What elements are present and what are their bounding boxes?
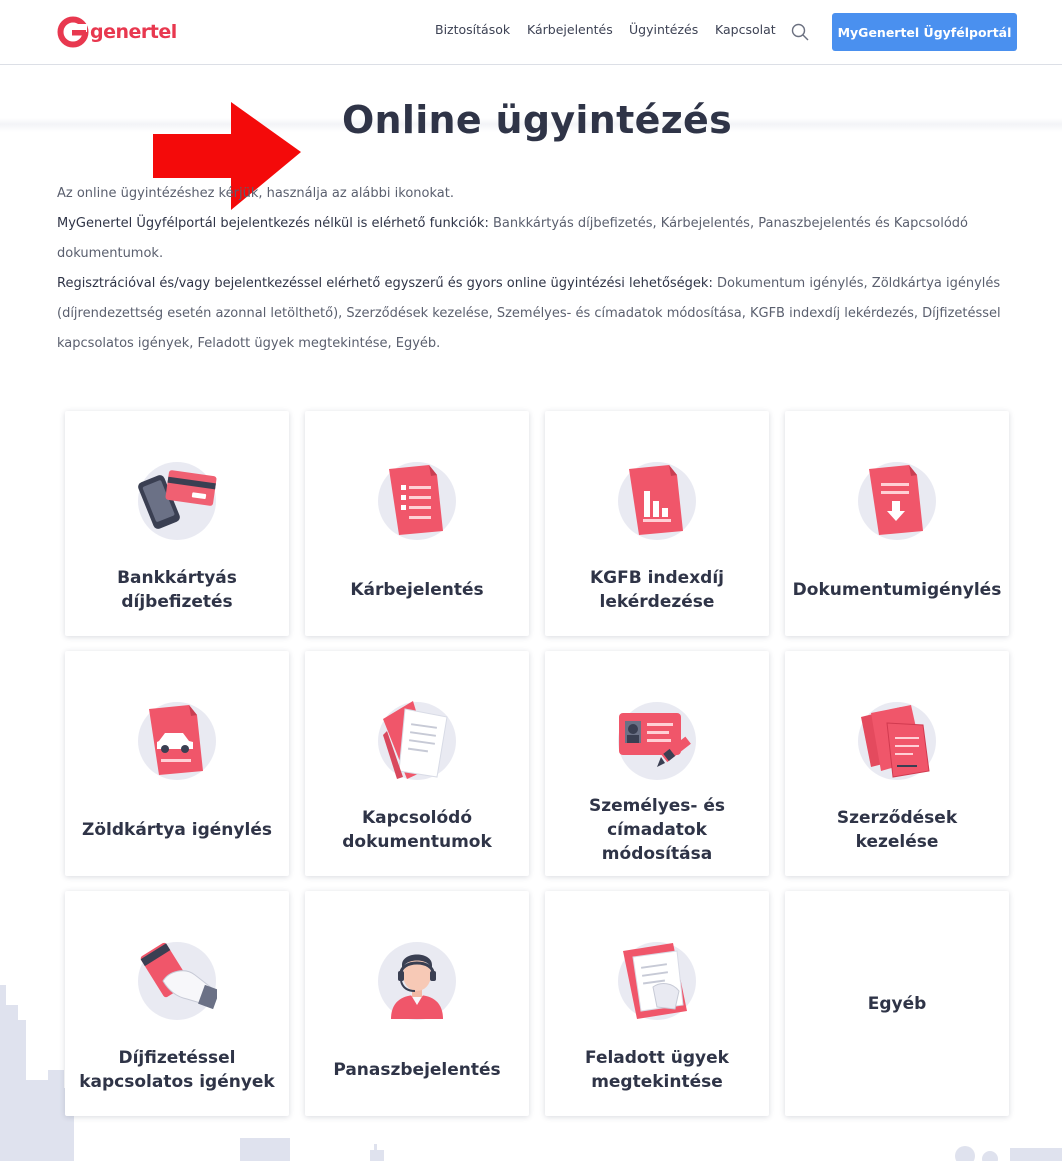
card-dijfizetessel-kapcsolatos-igenyek[interactable]: Díjfizetéssel kapcsolatos igények <box>65 891 289 1116</box>
card-kapcsolodo-dokumentumok[interactable]: Kapcsolódó dokumentumok <box>305 651 529 876</box>
submitted-documents-icon <box>618 942 696 1020</box>
intro-p3-bold: Regisztrációval és/vagy bejelentkezéssel… <box>57 276 713 291</box>
document-list-icon <box>378 462 456 540</box>
card-label: Kárbejelentés <box>350 579 484 600</box>
document-chart-icon <box>618 462 696 540</box>
nav-item-biztositasok[interactable]: Biztosítások <box>435 22 510 37</box>
card-kgfb-indexdij[interactable]: KGFB indexdíj lekérdezése <box>545 411 769 636</box>
card-label: Dokumentumigénylés <box>792 579 1002 600</box>
logo-g-icon <box>57 16 89 48</box>
card-szerzodesek-kezelese[interactable]: Szerződések kezelése <box>785 651 1009 876</box>
support-agent-icon <box>378 942 456 1020</box>
card-label: Szerződések kezelése <box>836 807 958 852</box>
document-download-icon <box>858 462 936 540</box>
logo-text: genertel <box>90 21 177 43</box>
card-zoldkartya-igenyles[interactable]: Zöldkártya igénylés <box>65 651 289 876</box>
card-dokumentumigenyles[interactable]: Dokumentumigénylés <box>785 411 1009 636</box>
card-label: Zöldkártya igénylés <box>82 819 272 840</box>
card-label: Egyéb <box>867 993 927 1014</box>
card-label: Díjfizetéssel kapcsolatos igények <box>79 1047 275 1092</box>
site-header: genertel Biztosítások Kárbejelentés Ügyi… <box>0 0 1062 65</box>
intro-p2-bold: MyGenertel Ügyfélportál bejelentkezés né… <box>57 216 489 231</box>
credit-card-phone-icon <box>138 462 217 540</box>
genertel-logo[interactable]: genertel <box>57 16 177 48</box>
intro-text: Az online ügyintézéshez kérjük, használj… <box>57 179 1007 359</box>
id-card-pen-icon <box>618 702 696 780</box>
card-label: Bankkártyás díjbefizetés <box>117 567 237 612</box>
intro-paragraph-2: MyGenertel Ügyfélportál bejelentkezés né… <box>57 209 1007 269</box>
card-label: Személyes- és címadatok módosítása <box>588 795 726 864</box>
hand-card-icon <box>138 942 217 1020</box>
card-bankkartyas-dijbefizetes[interactable]: Bankkártyás díjbefizetés <box>65 411 289 636</box>
card-label: Kapcsolódó dokumentumok <box>342 807 492 852</box>
card-szemelyes-cimadatok[interactable]: Személyes- és címadatok módosítása <box>545 651 769 876</box>
car-document-icon <box>138 702 216 780</box>
mygenertel-portal-button[interactable]: MyGenertel Ügyfélportál <box>832 13 1017 51</box>
nav-item-karbejelentes[interactable]: Kárbejelentés <box>527 22 613 37</box>
intro-line-1: Az online ügyintézéshez kérjük, használj… <box>57 186 454 201</box>
card-panaszbejelentes[interactable]: Panaszbejelentés <box>305 891 529 1116</box>
card-karbejelentes[interactable]: Kárbejelentés <box>305 411 529 636</box>
card-label: KGFB indexdíj lekérdezése <box>589 567 725 612</box>
contract-documents-icon <box>858 702 936 780</box>
card-label: Feladott ügyek megtekintése <box>585 1047 729 1092</box>
main-nav: Biztosítások Kárbejelentés Ügyintézés Ka… <box>435 22 793 37</box>
intro-paragraph-3: Regisztrációval és/vagy bejelentkezéssel… <box>57 269 1007 359</box>
search-icon[interactable] <box>790 22 810 42</box>
service-card-grid: Bankkártyás díjbefizetés Kárbejelentés K… <box>65 411 1009 1116</box>
card-label: Panaszbejelentés <box>333 1059 501 1080</box>
nav-item-ugyintezes[interactable]: Ügyintézés <box>629 22 698 37</box>
nav-item-kapcsolat[interactable]: Kapcsolat <box>715 22 776 37</box>
card-feladott-ugyek-megtekintese[interactable]: Feladott ügyek megtekintése <box>545 891 769 1116</box>
folder-documents-icon <box>378 701 456 780</box>
card-egyeb[interactable]: Egyéb <box>785 891 1009 1116</box>
